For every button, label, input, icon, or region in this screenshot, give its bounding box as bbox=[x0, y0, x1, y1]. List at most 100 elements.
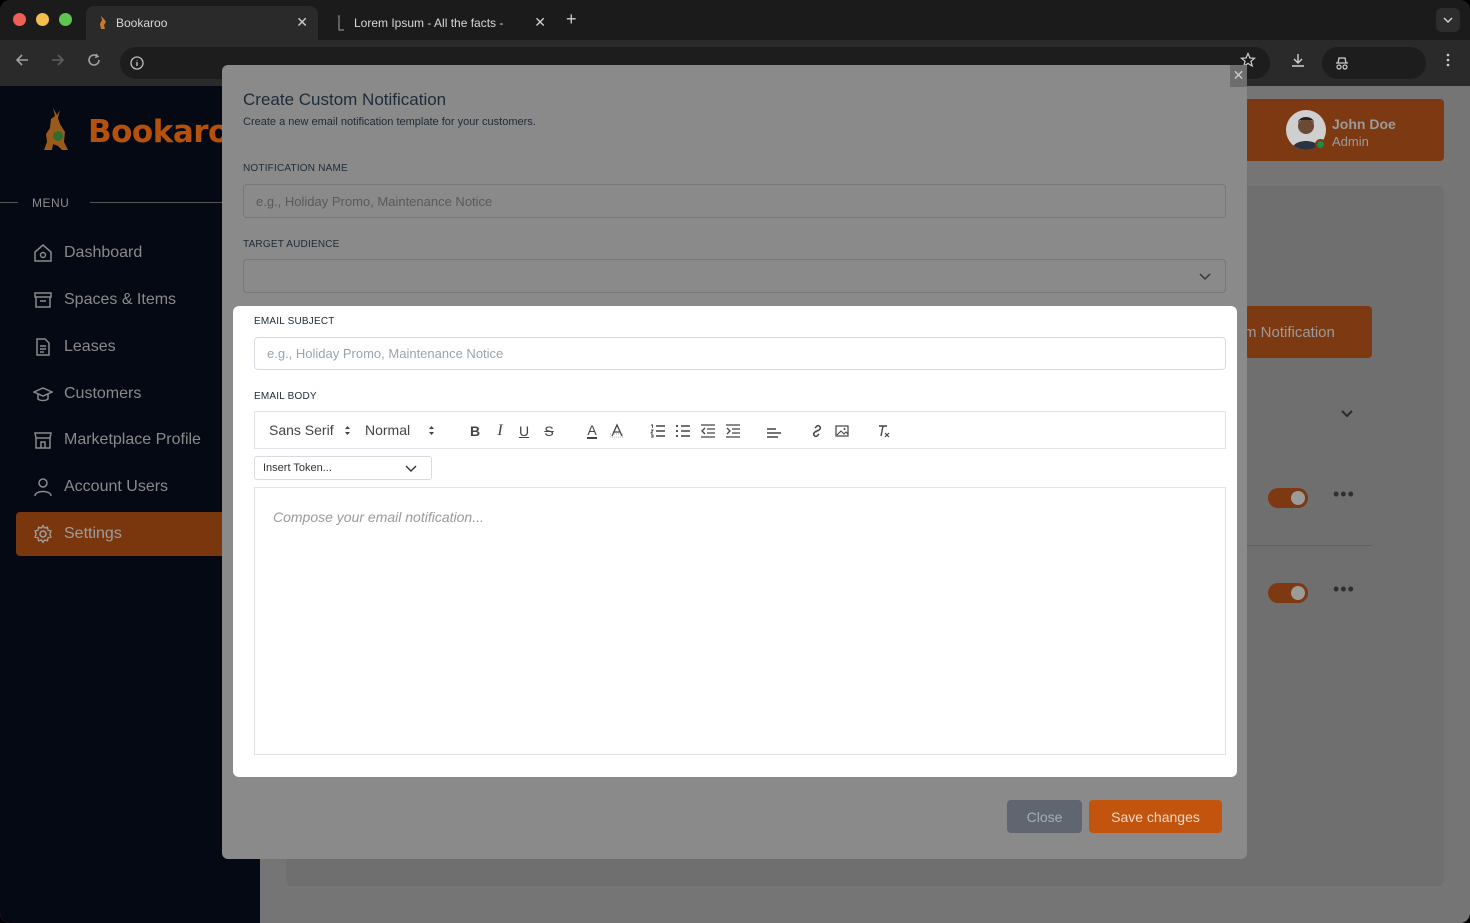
arrow-right-icon bbox=[52, 54, 65, 66]
archive-icon bbox=[32, 289, 54, 311]
select-value: Sans Serif bbox=[269, 422, 334, 438]
graduation-cap-icon bbox=[32, 383, 54, 405]
more-options-icon[interactable]: ••• bbox=[1333, 579, 1355, 600]
select-value: Insert Token... bbox=[263, 462, 332, 474]
incognito-icon bbox=[1336, 57, 1348, 70]
lorem-favicon-icon bbox=[338, 15, 344, 31]
chevron-down-icon[interactable] bbox=[1340, 406, 1354, 422]
browser-menu-button[interactable] bbox=[1442, 52, 1454, 72]
sidebar-item-label: Marketplace Profile bbox=[64, 431, 201, 448]
highlight-color-icon bbox=[610, 423, 624, 438]
target-audience-label: TARGET AUDIENCE bbox=[243, 239, 340, 250]
link-icon bbox=[812, 424, 822, 438]
font-family-select[interactable]: Sans Serif bbox=[269, 422, 351, 438]
toggle-knob bbox=[1291, 491, 1305, 505]
tab-lorem-ipsum[interactable]: Lorem Ipsum - All the facts - ✕ bbox=[324, 6, 556, 40]
tab-bar: Bookaroo ✕ Lorem Ipsum - All the facts -… bbox=[0, 0, 1470, 40]
divider bbox=[0, 202, 18, 203]
indent-button[interactable] bbox=[722, 420, 744, 442]
close-button[interactable]: Close bbox=[1007, 800, 1082, 833]
ordered-list-icon bbox=[650, 424, 665, 438]
italic-button[interactable]: I bbox=[489, 420, 511, 442]
user-icon bbox=[32, 476, 54, 498]
select-value: Normal bbox=[365, 422, 411, 438]
create-custom-notification-button[interactable]: m Notification bbox=[1244, 306, 1372, 358]
tab-close-icon[interactable]: ✕ bbox=[296, 14, 308, 31]
email-subject-label: EMAIL SUBJECT bbox=[254, 316, 335, 327]
sidebar-item-label: Dashboard bbox=[64, 244, 143, 261]
kangaroo-favicon-icon bbox=[100, 16, 106, 29]
chevron-down-icon bbox=[405, 465, 417, 472]
ordered-list-button[interactable] bbox=[647, 420, 669, 442]
background-color-button[interactable] bbox=[606, 420, 628, 442]
outdent-icon bbox=[701, 424, 715, 438]
underline-button[interactable]: U bbox=[513, 420, 535, 442]
sidebar-item-label: Leases bbox=[64, 338, 116, 355]
more-vertical-icon bbox=[1446, 53, 1450, 67]
text-color-icon: A bbox=[587, 422, 597, 439]
divider bbox=[1246, 545, 1372, 546]
strikethrough-icon: S bbox=[544, 423, 554, 439]
download-icon bbox=[1292, 54, 1304, 67]
save-changes-button[interactable]: Save changes bbox=[1089, 800, 1222, 833]
sidebar-item-label: Settings bbox=[64, 525, 122, 542]
insert-token-select[interactable]: Insert Token... bbox=[254, 456, 432, 480]
forward-button[interactable] bbox=[47, 52, 69, 74]
download-button[interactable] bbox=[1290, 52, 1306, 72]
link-button[interactable] bbox=[806, 420, 828, 442]
back-button[interactable] bbox=[11, 52, 33, 74]
image-button[interactable] bbox=[831, 420, 853, 442]
tab-bookaroo[interactable]: Bookaroo ✕ bbox=[86, 6, 318, 40]
incognito-profile-button[interactable] bbox=[1322, 47, 1426, 79]
user-menu[interactable]: John Doe Admin bbox=[1240, 99, 1444, 161]
tab-title: Lorem Ipsum - All the facts - bbox=[354, 16, 504, 30]
email-subject-input[interactable]: e.g., Holiday Promo, Maintenance Notice bbox=[254, 337, 1226, 370]
window-zoom-button[interactable] bbox=[59, 13, 72, 26]
user-name: John Doe bbox=[1332, 116, 1396, 132]
modal-close-icon[interactable]: ✕ bbox=[1230, 65, 1247, 87]
tab-search-button[interactable] bbox=[1436, 8, 1460, 32]
text-color-button[interactable]: A bbox=[581, 420, 603, 442]
notification-toggle[interactable] bbox=[1268, 488, 1308, 508]
home-icon bbox=[32, 242, 54, 264]
new-tab-button[interactable]: + bbox=[566, 9, 577, 30]
bullet-list-icon bbox=[675, 424, 690, 438]
tab-title: Bookaroo bbox=[116, 16, 168, 30]
notification-name-input[interactable]: e.g., Holiday Promo, Maintenance Notice bbox=[243, 184, 1226, 218]
align-left-icon bbox=[767, 428, 781, 438]
underline-icon: U bbox=[518, 423, 530, 439]
sidebar-item-label: Spaces & Items bbox=[64, 291, 177, 308]
bullet-list-button[interactable] bbox=[672, 420, 694, 442]
button-label: Save changes bbox=[1111, 808, 1200, 825]
image-icon bbox=[835, 425, 849, 437]
document-icon bbox=[32, 336, 54, 358]
italic-icon: I bbox=[497, 422, 503, 439]
notification-toggle[interactable] bbox=[1268, 583, 1308, 603]
button-label: Close bbox=[1026, 808, 1063, 825]
info-icon bbox=[130, 56, 144, 70]
updown-icon bbox=[344, 425, 350, 435]
outdent-button[interactable] bbox=[697, 420, 719, 442]
email-body-editor[interactable]: Compose your email notification... bbox=[254, 487, 1226, 755]
strikethrough-button[interactable]: S bbox=[538, 420, 560, 442]
target-audience-select[interactable] bbox=[243, 259, 1226, 293]
button-label: m Notification bbox=[1244, 323, 1335, 341]
more-options-icon[interactable]: ••• bbox=[1333, 484, 1355, 505]
sidebar-item-label: Account Users bbox=[64, 478, 169, 495]
online-status-dot bbox=[1315, 139, 1326, 150]
align-button[interactable] bbox=[763, 420, 785, 442]
clear-formatting-button[interactable] bbox=[873, 420, 895, 442]
chevron-down-icon bbox=[1199, 270, 1211, 284]
input-placeholder: e.g., Holiday Promo, Maintenance Notice bbox=[267, 346, 504, 361]
store-icon bbox=[32, 429, 54, 451]
chevron-down-icon bbox=[1443, 17, 1453, 24]
window-close-button[interactable] bbox=[13, 13, 26, 26]
notification-name-label: NOTIFICATION NAME bbox=[243, 163, 348, 174]
font-size-select[interactable]: Normal bbox=[365, 422, 435, 438]
clear-formatting-icon bbox=[879, 425, 890, 438]
tab-close-icon[interactable]: ✕ bbox=[534, 14, 546, 31]
bold-button[interactable]: B bbox=[464, 420, 486, 442]
reload-button[interactable] bbox=[83, 52, 105, 74]
bold-icon: B bbox=[469, 423, 481, 439]
window-minimize-button[interactable] bbox=[36, 13, 49, 26]
